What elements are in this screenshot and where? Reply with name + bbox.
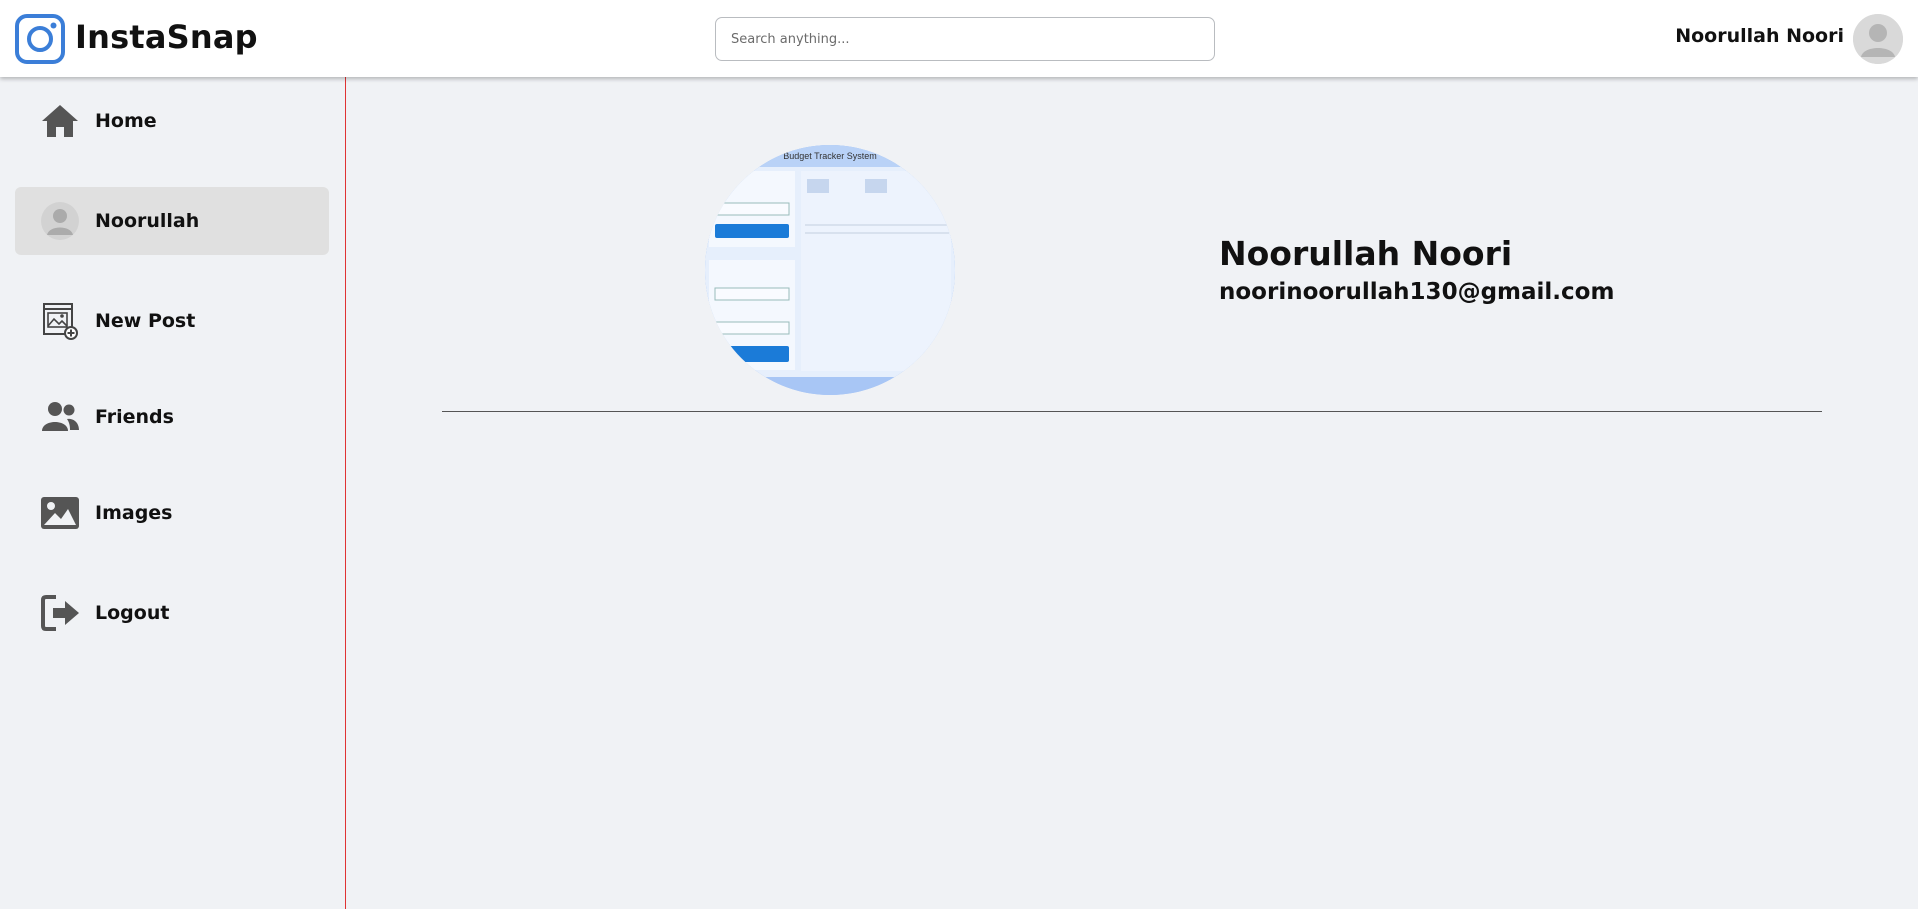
sidebar-item-friends[interactable]: Friends bbox=[15, 383, 329, 451]
photo-caption: Budget Tracker System bbox=[783, 151, 877, 161]
image-icon bbox=[40, 493, 80, 533]
sidebar-item-images[interactable]: Images bbox=[15, 479, 329, 547]
logout-icon bbox=[40, 593, 80, 633]
sidebar: Home Noorullah New Post Friends Images L… bbox=[0, 77, 346, 909]
search-input[interactable] bbox=[715, 17, 1215, 61]
top-header: InstaSnap Noorullah Noori bbox=[0, 0, 1918, 77]
user-avatar-icon bbox=[40, 201, 80, 241]
instagram-camera-icon[interactable] bbox=[15, 14, 65, 64]
sidebar-item-label: Friends bbox=[95, 406, 174, 428]
sidebar-item-home[interactable]: Home bbox=[15, 87, 329, 155]
sidebar-item-label: Images bbox=[95, 502, 173, 524]
profile-name: Noorullah Noori bbox=[1219, 234, 1513, 273]
sidebar-item-label: Home bbox=[95, 110, 157, 132]
home-icon bbox=[40, 101, 80, 141]
brand-title[interactable]: InstaSnap bbox=[75, 18, 258, 56]
sidebar-item-label: Noorullah bbox=[95, 210, 200, 232]
sidebar-item-profile[interactable]: Noorullah bbox=[15, 187, 329, 255]
profile-photo[interactable]: Budget Tracker System bbox=[705, 145, 955, 395]
user-avatar-icon[interactable] bbox=[1853, 14, 1903, 64]
sidebar-item-label: New Post bbox=[95, 310, 196, 332]
header-user-name[interactable]: Noorullah Noori bbox=[1675, 25, 1844, 47]
profile-photo-image: Budget Tracker System bbox=[705, 145, 955, 395]
sidebar-item-label: Logout bbox=[95, 602, 170, 624]
profile-email: noorinoorullah130@gmail.com bbox=[1219, 279, 1615, 305]
section-divider bbox=[442, 411, 1822, 412]
sidebar-item-logout[interactable]: Logout bbox=[15, 579, 329, 647]
main-content bbox=[347, 77, 1918, 909]
add-image-icon bbox=[40, 301, 80, 341]
users-icon bbox=[40, 397, 80, 437]
sidebar-item-new-post[interactable]: New Post bbox=[15, 287, 329, 355]
